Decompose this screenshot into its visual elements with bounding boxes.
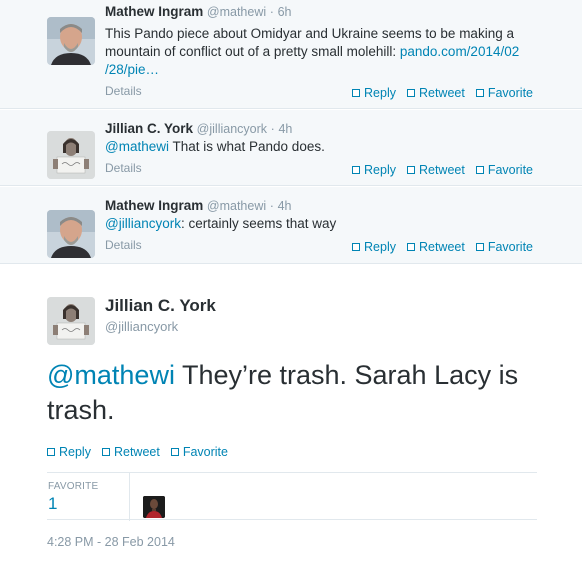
- favorite-button[interactable]: Favorite: [475, 163, 533, 177]
- favorites-stat[interactable]: FAVORITE 1: [47, 473, 130, 521]
- tweet-mention[interactable]: @jilliancyork: [105, 216, 181, 231]
- details-link[interactable]: Details: [105, 84, 142, 98]
- avatar[interactable]: [47, 210, 95, 258]
- tweet-time[interactable]: 6h: [278, 5, 292, 19]
- tweet-text: @jilliancyork: certainly seems that way: [105, 215, 545, 233]
- avatar[interactable]: [47, 297, 95, 345]
- tweet-link[interactable]: pando.com/2014/02: [400, 44, 519, 59]
- tweet-link-continued[interactable]: /28/pie…: [105, 61, 545, 79]
- tweet-text-body: That is what Pando does.: [168, 139, 325, 154]
- favoriter-avatar[interactable]: [143, 496, 165, 518]
- avatar[interactable]: [47, 17, 95, 65]
- tweet-text-line: This Pando piece about Omidyar and Ukrai…: [105, 26, 514, 41]
- reply-icon: [352, 89, 361, 97]
- favorite-button[interactable]: Favorite: [475, 240, 533, 254]
- tweet-username[interactable]: @mathewi: [207, 199, 266, 213]
- retweet-icon: [101, 448, 110, 456]
- tweet-mention[interactable]: @mathewi: [105, 139, 169, 154]
- tweet-header: Mathew Ingram @mathewi · 4h: [105, 198, 291, 213]
- tweet-mention[interactable]: @mathewi: [47, 360, 175, 390]
- retweet-button[interactable]: Retweet: [406, 240, 465, 254]
- reply-icon: [352, 243, 361, 251]
- tweet-stats: FAVORITE 1: [47, 472, 537, 521]
- tweet-username[interactable]: @mathewi: [207, 5, 266, 19]
- details-link[interactable]: Details: [105, 238, 142, 252]
- tweet-text: @mathewi That is what Pando does.: [105, 138, 545, 156]
- favorites-label: FAVORITE: [48, 481, 99, 492]
- reply-button[interactable]: Reply: [352, 240, 396, 254]
- reply-icon: [352, 166, 361, 174]
- retweet-button[interactable]: Retweet: [101, 445, 160, 459]
- tweet-text-line: mountain of conflict out of a pretty sma…: [105, 44, 400, 59]
- separator: ·: [270, 122, 275, 136]
- tweet-fullname[interactable]: Jillian C. York: [105, 121, 193, 136]
- tweet-actions: Reply Retweet Favorite: [352, 86, 533, 100]
- tweet-time[interactable]: 4h: [278, 199, 292, 213]
- favorites-count[interactable]: 1: [48, 494, 57, 514]
- focus-username[interactable]: @jilliancyork: [105, 319, 178, 334]
- reply-icon: [47, 448, 55, 456]
- retweet-icon: [406, 166, 415, 174]
- focus-tweet-actions: Reply Retweet Favorite: [47, 445, 228, 459]
- separator: ·: [269, 5, 274, 19]
- tweet-actions: Reply Retweet Favorite: [352, 240, 533, 254]
- reply-button[interactable]: Reply: [47, 445, 91, 459]
- avatar[interactable]: [47, 131, 95, 179]
- favorite-button[interactable]: Favorite: [170, 445, 228, 459]
- tweet-username[interactable]: @jilliancyork: [197, 122, 267, 136]
- focus-tweet-text: @mathewi They’re trash. Sarah Lacy is tr…: [47, 358, 547, 428]
- tweet-time[interactable]: 4h: [278, 122, 292, 136]
- details-link[interactable]: Details: [105, 161, 142, 175]
- retweet-icon: [406, 89, 415, 97]
- retweet-icon: [406, 243, 415, 251]
- tweet-header: Mathew Ingram @mathewi · 6h: [105, 4, 291, 19]
- tweet-fullname[interactable]: Mathew Ingram: [105, 4, 203, 19]
- separator: ·: [269, 199, 274, 213]
- tweet-fullname[interactable]: Mathew Ingram: [105, 198, 203, 213]
- tweet-timestamp[interactable]: 4:28 PM - 28 Feb 2014: [47, 535, 175, 549]
- retweet-button[interactable]: Retweet: [406, 163, 465, 177]
- favorite-icon: [475, 166, 484, 174]
- tweet-text: This Pando piece about Omidyar and Ukrai…: [105, 25, 545, 79]
- favorite-icon: [475, 89, 484, 97]
- favorite-icon: [475, 243, 484, 251]
- favorite-button[interactable]: Favorite: [475, 86, 533, 100]
- reply-button[interactable]: Reply: [352, 163, 396, 177]
- favorite-icon: [170, 448, 179, 456]
- tweet-actions: Reply Retweet Favorite: [352, 163, 533, 177]
- tweet-header: Jillian C. York @jilliancyork · 4h: [105, 121, 292, 136]
- retweet-button[interactable]: Retweet: [406, 86, 465, 100]
- tweet-text-body: : certainly seems that way: [180, 216, 337, 231]
- reply-button[interactable]: Reply: [352, 86, 396, 100]
- focus-fullname[interactable]: Jillian C. York: [105, 296, 216, 316]
